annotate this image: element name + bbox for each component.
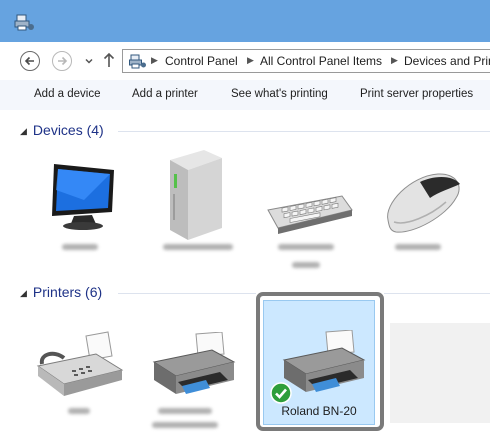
breadcrumb-all-items[interactable]: All Control Panel Items [260, 54, 382, 68]
breadcrumb-control-panel[interactable]: Control Panel [165, 54, 238, 68]
devices-group-title: Devices (4) [32, 122, 104, 138]
add-printer-button[interactable]: Add a printer [132, 88, 198, 100]
printer-label-blurred [68, 408, 90, 414]
printer-label-blurred [158, 408, 212, 414]
device-label-blurred [163, 244, 233, 250]
printer-label-blurred [152, 422, 218, 428]
group-divider [118, 293, 256, 294]
group-divider [118, 131, 490, 132]
device-label-blurred [292, 262, 320, 268]
highlight-frame [256, 292, 384, 431]
command-bar: Add a device Add a printer See what's pr… [0, 80, 490, 110]
breadcrumb-separator-icon: ▶ [151, 55, 158, 65]
up-arrow-icon[interactable] [103, 52, 115, 68]
device-label-blurred [62, 244, 98, 250]
title-bar [0, 0, 490, 42]
adjacent-printer-tile[interactable] [390, 323, 490, 423]
forward-button[interactable] [52, 51, 72, 71]
arrow-left-icon [24, 56, 34, 66]
mouse-icon[interactable] [380, 168, 466, 238]
control-panel-icon [129, 54, 146, 69]
add-device-button[interactable]: Add a device [34, 88, 101, 100]
device-label-blurred [278, 244, 334, 250]
breadcrumb-devices-and-printers[interactable]: Devices and Prin [404, 54, 490, 68]
print-server-properties-button[interactable]: Print server properties [360, 88, 473, 100]
devices-and-printers-app-icon[interactable] [14, 14, 36, 32]
fax-icon[interactable] [34, 330, 126, 400]
recent-locations-chevron-icon[interactable] [84, 56, 94, 66]
printer-icon[interactable] [148, 332, 238, 400]
collapse-triangle-icon[interactable]: ◢ [20, 126, 27, 136]
breadcrumb-separator-icon: ▶ [391, 55, 398, 65]
address-bar[interactable]: ▶ Control Panel ▶ All Control Panel Item… [122, 49, 490, 73]
network-storage-icon[interactable] [160, 148, 230, 242]
printers-group-title: Printers (6) [32, 284, 103, 300]
group-divider [384, 293, 490, 294]
back-button[interactable] [20, 51, 40, 71]
device-label-blurred [395, 244, 441, 250]
monitor-icon[interactable] [44, 160, 120, 232]
keyboard-icon[interactable] [262, 190, 354, 236]
breadcrumb-separator-icon: ▶ [247, 55, 254, 65]
arrow-right-icon [58, 56, 68, 66]
navigation-bar: ▶ Control Panel ▶ All Control Panel Item… [0, 42, 490, 80]
collapse-triangle-icon[interactable]: ◢ [20, 288, 27, 298]
see-whats-printing-button[interactable]: See what's printing [231, 88, 328, 100]
devices-group-header[interactable]: ◢ Devices (4) [20, 122, 104, 138]
printers-group-header[interactable]: ◢ Printers (6) [20, 284, 102, 300]
